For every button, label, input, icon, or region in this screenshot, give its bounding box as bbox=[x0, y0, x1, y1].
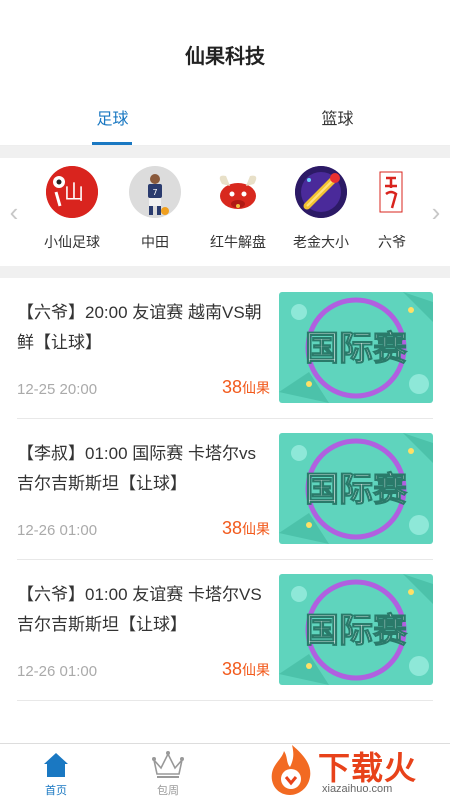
nav-home-label: 首页 bbox=[45, 784, 67, 797]
crown-icon bbox=[152, 750, 184, 778]
watermark-url: xiazaihuo.com bbox=[322, 783, 393, 795]
chevron-left-icon[interactable]: ‹ bbox=[2, 158, 26, 266]
item-date: 12-25 20:00 bbox=[17, 381, 98, 398]
nav-weekly-label: 包周 bbox=[157, 784, 179, 797]
tab-football[interactable]: 足球 bbox=[0, 88, 225, 145]
item-price: 38仙果 bbox=[222, 518, 270, 539]
expert-name: 老金大小 bbox=[293, 234, 349, 250]
redbull-avatar-icon bbox=[212, 166, 264, 218]
svg-text:7: 7 bbox=[152, 188, 157, 197]
divider bbox=[0, 266, 450, 278]
price-value: 38 bbox=[221, 659, 242, 679]
thumb-text: 国际赛 bbox=[305, 470, 408, 510]
match-thumbnail: 国际赛 bbox=[279, 433, 433, 544]
xiaoxian-avatar-icon: 山 bbox=[46, 166, 98, 218]
price-value: 38 bbox=[221, 377, 242, 397]
tab-basketball-label: 篮球 bbox=[321, 110, 354, 128]
liuye-avatar-icon bbox=[366, 166, 418, 218]
thumb-text: 国际赛 bbox=[305, 611, 408, 651]
header: 仙果科技 bbox=[0, 0, 450, 88]
item-title: 【李叔】01:00 国际赛 卡塔尔vs吉尔吉斯斯坦【让球】 bbox=[17, 444, 256, 493]
tab-bar: 足球 篮球 bbox=[0, 88, 450, 146]
price-value: 38 bbox=[221, 518, 242, 538]
page-title: 仙果科技 bbox=[185, 45, 265, 68]
item-price: 38仙果 bbox=[222, 377, 270, 398]
price-unit: 仙果 bbox=[242, 662, 270, 678]
item-date: 12-26 01:00 bbox=[17, 663, 98, 680]
list-item[interactable]: 【六爷】20:00 友谊赛 越南VS朝鲜【让球】 12-25 20:00 38仙… bbox=[17, 278, 433, 419]
thumb-text: 国际赛 bbox=[305, 329, 408, 369]
flame-logo-icon bbox=[271, 745, 311, 795]
nav-weekly[interactable]: 包周 bbox=[112, 744, 224, 803]
list-item[interactable]: 【李叔】01:00 国际赛 卡塔尔vs吉尔吉斯斯坦【让球】 12-26 01:0… bbox=[17, 419, 433, 560]
laojin-avatar-icon bbox=[295, 166, 347, 218]
tip-list: 【六爷】20:00 友谊赛 越南VS朝鲜【让球】 12-25 20:00 38仙… bbox=[0, 278, 450, 701]
expert-name: 六爷 bbox=[378, 234, 406, 250]
item-price: 38仙果 bbox=[222, 659, 270, 680]
expert-name: 红牛解盘 bbox=[210, 234, 266, 250]
expert-item[interactable]: 山 小仙足球 bbox=[30, 166, 114, 252]
item-title: 【六爷】01:00 友谊赛 卡塔尔VS吉尔吉斯斯坦【让球】 bbox=[17, 585, 262, 634]
expert-carousel: ‹ 山 小仙足球 7 中田 红牛解盘 老金大小 六爷 › bbox=[0, 158, 450, 266]
expert-item[interactable]: 六爷 bbox=[362, 166, 422, 252]
price-unit: 仙果 bbox=[242, 380, 270, 396]
expert-item[interactable]: 红牛解盘 bbox=[196, 166, 280, 252]
svg-text:山: 山 bbox=[64, 180, 84, 204]
nav-home[interactable]: 首页 bbox=[0, 744, 112, 803]
price-unit: 仙果 bbox=[242, 521, 270, 537]
expert-name: 中田 bbox=[141, 234, 169, 250]
chevron-right-icon[interactable]: › bbox=[424, 158, 448, 266]
expert-item[interactable]: 7 中田 bbox=[113, 166, 197, 252]
item-title: 【六爷】20:00 友谊赛 越南VS朝鲜【让球】 bbox=[17, 303, 262, 352]
home-icon bbox=[44, 752, 68, 777]
tab-basketball[interactable]: 篮球 bbox=[225, 88, 450, 145]
expert-item[interactable]: 老金大小 bbox=[279, 166, 363, 252]
item-date: 12-26 01:00 bbox=[17, 522, 98, 539]
list-item[interactable]: 【六爷】01:00 友谊赛 卡塔尔VS吉尔吉斯斯坦【让球】 12-26 01:0… bbox=[17, 560, 433, 701]
tab-football-label: 足球 bbox=[96, 110, 129, 128]
expert-name: 小仙足球 bbox=[44, 234, 100, 250]
watermark-logo: 下载火 xiazaihuo.com bbox=[264, 741, 444, 799]
match-thumbnail: 国际赛 bbox=[279, 292, 433, 403]
divider bbox=[0, 146, 450, 158]
match-thumbnail: 国际赛 bbox=[279, 574, 433, 685]
player-avatar-icon: 7 bbox=[129, 166, 181, 218]
